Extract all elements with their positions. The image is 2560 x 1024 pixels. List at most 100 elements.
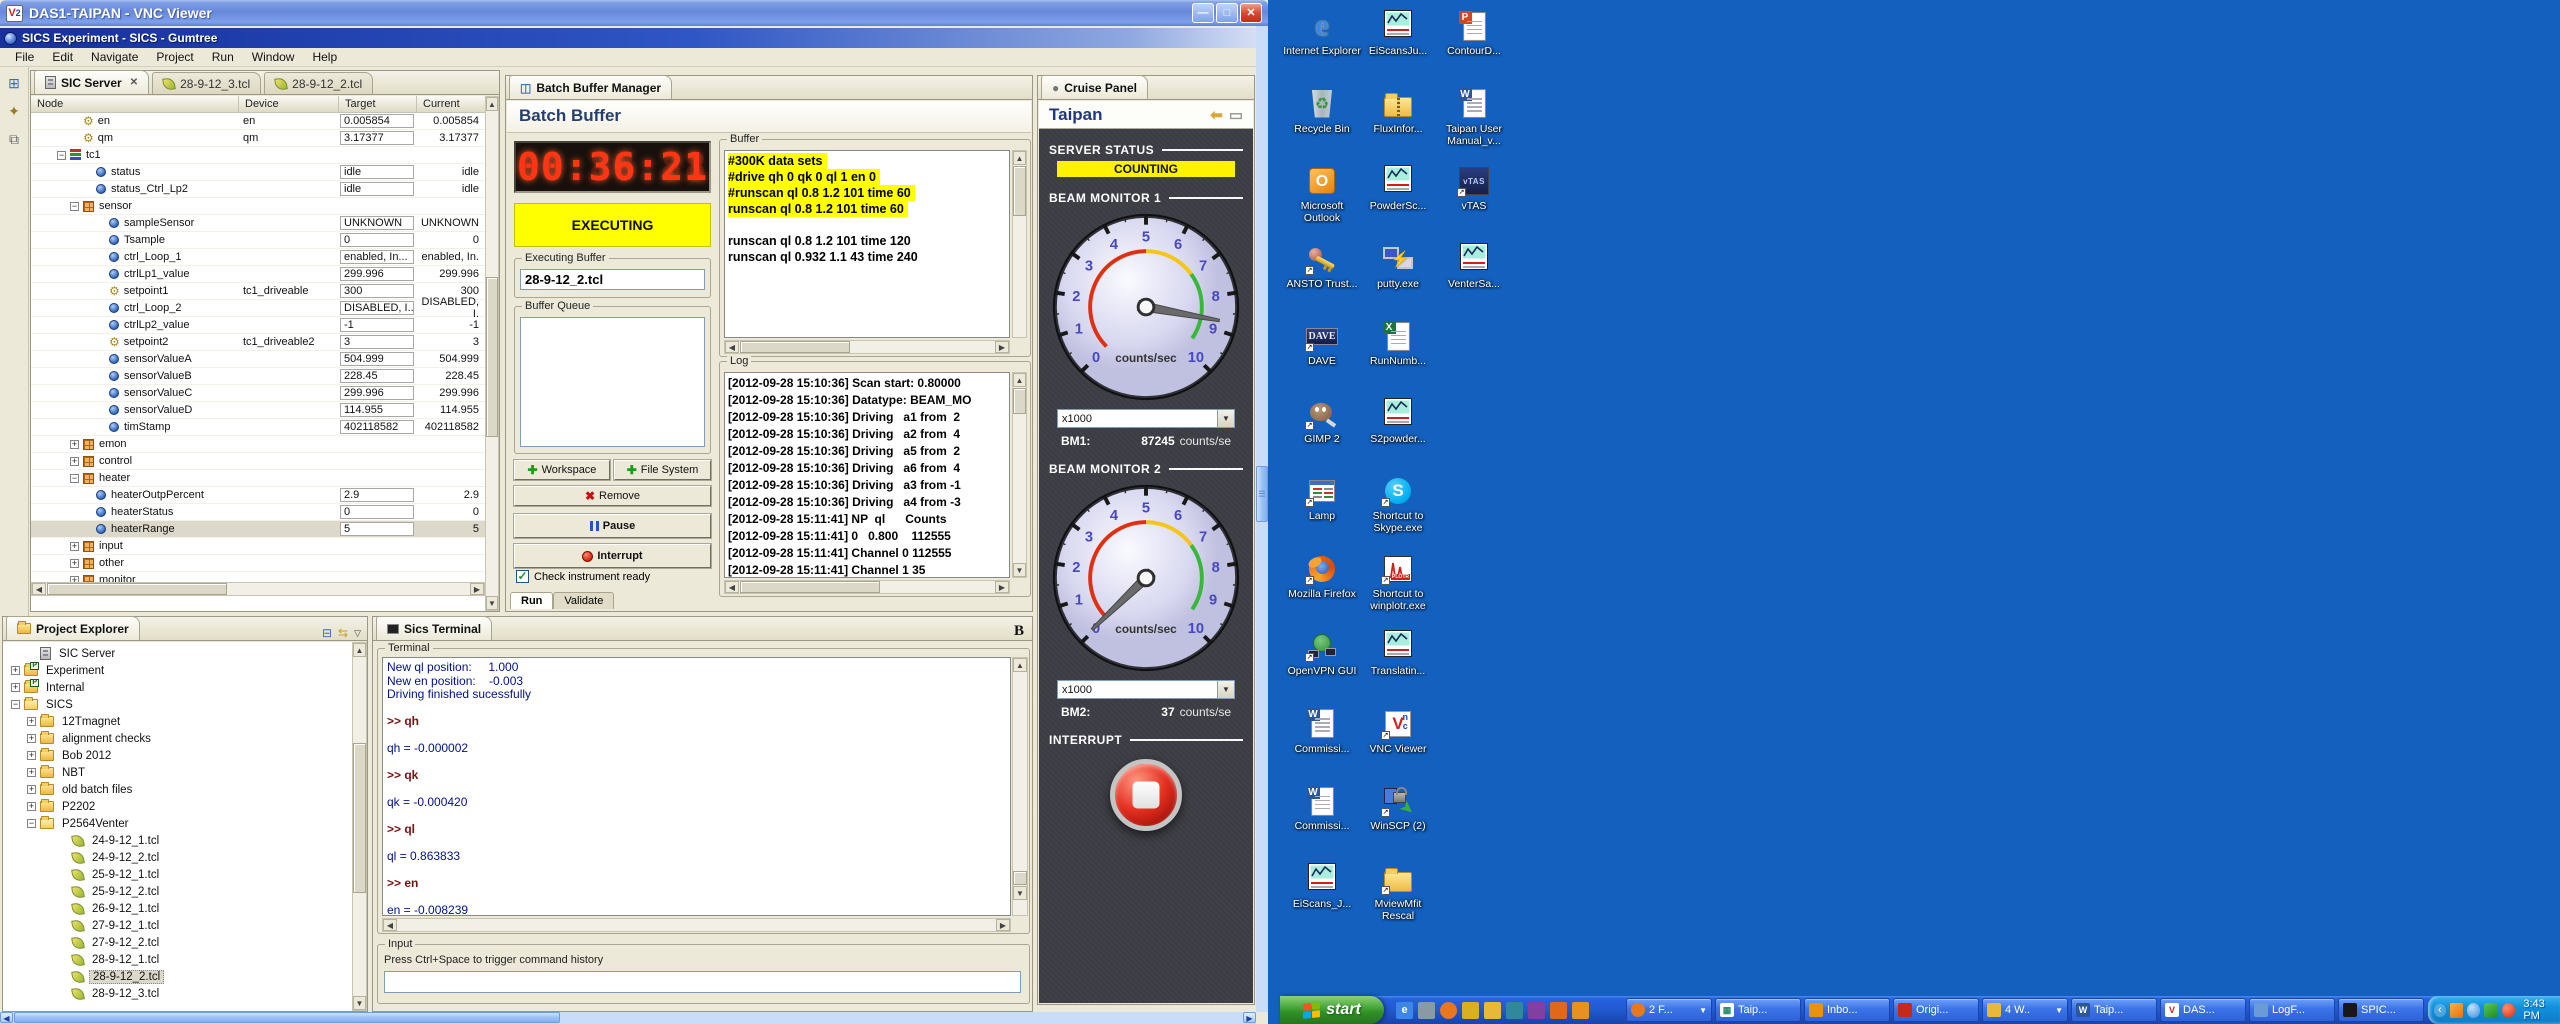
tree-item-p2564venter[interactable]: −P2564Venter	[3, 815, 352, 832]
expand-icon[interactable]: +	[27, 802, 36, 811]
table-row[interactable]: ctrlLp1_value299.996299.996	[31, 266, 499, 283]
quick-launch-shield-icon[interactable]	[1550, 1002, 1567, 1019]
target-value[interactable]: 299.996	[340, 267, 414, 281]
log-vscrollbar[interactable]: ▲ ▼	[1012, 372, 1027, 578]
desktop-icon-vtas[interactable]: vTAS↗vTAS	[1434, 165, 1514, 212]
view-menu-icon[interactable]: ▽	[354, 628, 361, 639]
quick-launch-folder-icon[interactable]	[1484, 1002, 1501, 1019]
quick-launch-app1-icon[interactable]	[1506, 1002, 1523, 1019]
terminal-vscrollbar[interactable]: ▲ ▼	[1012, 657, 1028, 916]
desktop-icon-commissi-[interactable]: WCommissi...	[1282, 785, 1362, 832]
desktop-icon-ansto-trust-[interactable]: ↗ANSTO Trust...	[1282, 243, 1362, 290]
menu-help[interactable]: Help	[303, 48, 346, 66]
desktop-icon-translatin-[interactable]: Translatin...	[1358, 630, 1438, 677]
tree-item-25-9-12-1-tcl[interactable]: 25-9-12_1.tcl	[3, 866, 352, 883]
target-cell[interactable]	[339, 470, 417, 486]
vnc-close-button[interactable]: ✕	[1240, 3, 1262, 23]
log-content[interactable]: [2012-09-28 15:10:36] Scan start: 0.8000…	[724, 372, 1010, 578]
quick-launch-desktop-icon[interactable]	[1418, 1002, 1435, 1019]
table-row[interactable]: timStamp402118582402118582	[31, 419, 499, 436]
tree-item-old-batch-files[interactable]: +old batch files	[3, 781, 352, 798]
tab-project-explorer[interactable]: Project Explorer	[6, 616, 140, 640]
taskbar-window-9[interactable]: SPIC...	[2338, 998, 2424, 1022]
tree-item-sic-server[interactable]: SIC Server	[3, 645, 352, 662]
target-value[interactable]: 0	[340, 505, 414, 519]
target-cell[interactable]: 0	[339, 232, 417, 248]
target-cell[interactable]: 114.955	[339, 402, 417, 418]
target-cell[interactable]: 0.005854	[339, 113, 417, 129]
table-row[interactable]: Tsample00	[31, 232, 499, 249]
table-row[interactable]: statusidleidle	[31, 164, 499, 181]
expand-icon[interactable]: +	[27, 717, 36, 726]
table-row[interactable]: +emon	[31, 436, 499, 453]
tab-validate[interactable]: Validate	[553, 592, 614, 609]
tree-item-27-9-12-2-tcl[interactable]: 27-9-12_2.tcl	[3, 934, 352, 951]
tree-item-28-9-12-2-tcl[interactable]: 28-9-12_2.tcl	[3, 968, 352, 985]
expand-icon[interactable]: +	[27, 785, 36, 794]
tree-item-bob-2012[interactable]: +Bob 2012	[3, 747, 352, 764]
table-row[interactable]: status_Ctrl_Lp2idleidle	[31, 181, 499, 198]
desktop-icon-dave[interactable]: DAVE↗DAVE	[1282, 320, 1362, 367]
table-row[interactable]: +other	[31, 555, 499, 572]
expand-icon[interactable]: +	[27, 734, 36, 743]
menu-run[interactable]: Run	[203, 48, 243, 66]
desktop-icon-taipan-user-manual-v-[interactable]: WTaipan User Manual_v...	[1434, 88, 1514, 147]
target-cell[interactable]: 299.996	[339, 385, 417, 401]
quick-launch-orange-icon[interactable]	[1572, 1002, 1589, 1019]
target-cell[interactable]: 3.17377	[339, 130, 417, 146]
target-cell[interactable]: 299.996	[339, 266, 417, 282]
link-editor-icon[interactable]: ⇆	[338, 626, 348, 640]
vnc-vscrollbar[interactable]: ☰	[1256, 26, 1268, 1012]
target-cell[interactable]: idle	[339, 181, 417, 197]
tab-sic-server[interactable]: SIC Server✕	[34, 70, 149, 94]
target-value[interactable]: idle	[340, 182, 414, 196]
table-row[interactable]: sampleSensorUNKNOWNUNKNOWN	[31, 215, 499, 232]
tree-item-12tmagnet[interactable]: +12Tmagnet	[3, 713, 352, 730]
target-value[interactable]: -1	[340, 318, 414, 332]
target-cell[interactable]	[339, 555, 417, 571]
target-cell[interactable]: 5	[339, 521, 417, 537]
table-row[interactable]: −sensor	[31, 198, 499, 215]
executing-buffer-field[interactable]: 28-9-12_2.tcl	[520, 269, 705, 290]
tree-item-internal[interactable]: +PInternal	[3, 679, 352, 696]
target-value[interactable]: 504.999	[340, 352, 414, 366]
vnc-hscrollbar[interactable]: ◀ ▶	[0, 1012, 1256, 1024]
vnc-titlebar[interactable]: V2 DAS1-TAIPAN - VNC Viewer — □ ✕	[0, 0, 1268, 26]
tree-item-25-9-12-2-tcl[interactable]: 25-9-12_2.tcl	[3, 883, 352, 900]
column-header-target[interactable]: Target	[339, 96, 417, 112]
target-value[interactable]: UNKNOWN	[340, 216, 414, 230]
target-cell[interactable]: 3	[339, 334, 417, 350]
tree-hscrollbar[interactable]: ◀ ▶	[31, 582, 485, 596]
interrupt-stop-button[interactable]	[1110, 759, 1182, 831]
terminal-hscrollbar[interactable]: ◀ ▶	[382, 918, 1011, 932]
sics-titlebar[interactable]: SICS Experiment - SICS - Gumtree	[0, 28, 1256, 48]
target-cell[interactable]	[339, 538, 417, 554]
desktop-icon-gimp-2[interactable]: ↗GIMP 2	[1282, 398, 1362, 445]
desktop-icon-mozilla-firefox[interactable]: ↗Mozilla Firefox	[1282, 553, 1362, 600]
target-value[interactable]: 3.17377	[340, 131, 414, 145]
target-cell[interactable]	[339, 453, 417, 469]
desktop-icon-shortcut-to-winplotr-exe[interactable]: PLOTR↗Shortcut to winplotr.exe	[1358, 553, 1438, 612]
layers-perspective-icon[interactable]: ⧉	[2, 127, 26, 151]
tree-item-24-9-12-1-tcl[interactable]: 24-9-12_1.tcl	[3, 832, 352, 849]
target-value[interactable]: 402118582	[340, 420, 414, 434]
target-cell[interactable]: 0	[339, 504, 417, 520]
target-value[interactable]: 114.955	[340, 403, 414, 417]
target-cell[interactable]: 504.999	[339, 351, 417, 367]
column-header-node[interactable]: Node	[31, 96, 239, 112]
table-row[interactable]: heaterStatus00	[31, 504, 499, 521]
target-value[interactable]: 299.996	[340, 386, 414, 400]
target-value[interactable]: idle	[340, 165, 414, 179]
bm2-scale-select[interactable]: x1000▼	[1057, 680, 1235, 699]
table-row[interactable]: heaterOutpPercent2.92.9	[31, 487, 499, 504]
tree-item-p2202[interactable]: +P2202	[3, 798, 352, 815]
tray-icon-4[interactable]	[2502, 1003, 2515, 1018]
target-value[interactable]: 300	[340, 284, 414, 298]
target-cell[interactable]: DISABLED, I...	[339, 300, 417, 316]
menu-edit[interactable]: Edit	[43, 48, 82, 66]
scroll-left-icon[interactable]: ◀	[0, 1012, 13, 1023]
desktop-icon-lamp[interactable]: ↗Lamp	[1282, 475, 1362, 522]
collapse-icon[interactable]: −	[11, 700, 20, 709]
desktop-icon-microsoft-outlook[interactable]: OMicrosoft Outlook	[1282, 165, 1362, 224]
table-row[interactable]: heaterRange55	[31, 521, 499, 538]
